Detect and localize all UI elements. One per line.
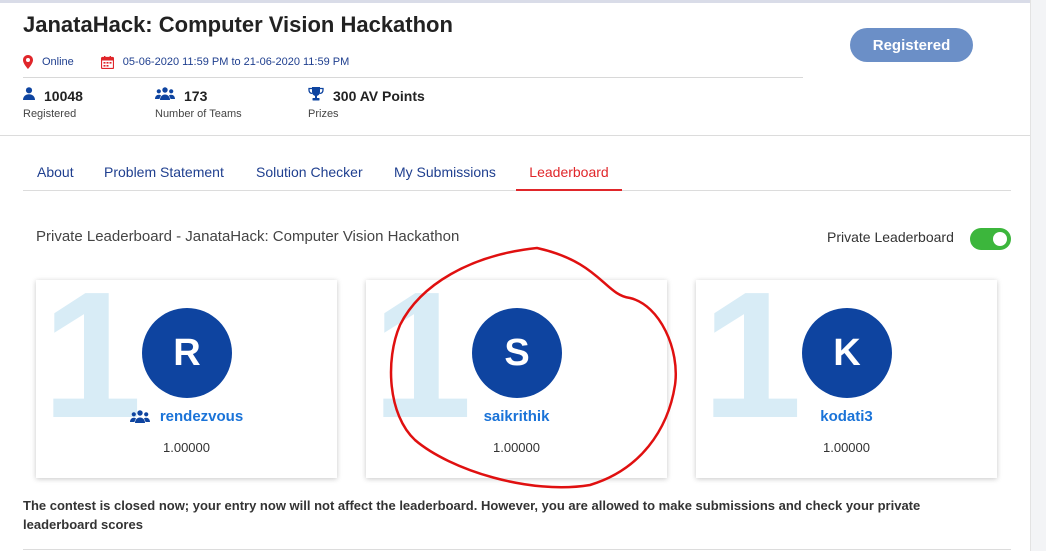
trophy-icon [308,86,324,106]
participant-name-link[interactable]: rendezvous [160,408,243,425]
contest-tabs: About Problem Statement Solution Checker… [23,155,1011,191]
avatar: S [472,308,562,398]
leaderboard-card: 1 K kodati3 1.00000 [696,280,997,478]
stat-value: 173 [184,88,208,104]
stat-label: Registered [23,108,77,120]
contest-dates: 05-06-2020 11:59 PM to 21-06-2020 11:59 … [122,56,350,68]
stat-teams: 173 Number of Teams [155,87,242,120]
private-leaderboard-toggle[interactable] [970,228,1011,250]
top-border [0,0,1046,3]
stat-registered: 10048 Registered [23,87,83,120]
stat-label: Number of Teams [155,108,242,120]
participant-name-link[interactable]: saikrithik [484,408,550,425]
team-icon [155,87,175,105]
participant-score: 1.00000 [823,440,870,455]
toggle-knob [993,232,1007,246]
tab-solution-checker[interactable]: Solution Checker [256,155,363,191]
header-divider [23,77,803,78]
footer-divider [23,549,1011,550]
page-title: JanataHack: Computer Vision Hackathon [23,12,453,37]
stat-value: 10048 [44,88,83,104]
tab-problem-statement[interactable]: Problem Statement [104,155,224,191]
team-icon [129,410,150,423]
registered-button[interactable]: Registered [850,28,973,62]
stat-label: Prizes [308,108,339,120]
calendar-icon [100,55,114,69]
leaderboard-card: 1 S saikrithik 1.00000 [366,280,667,478]
section-divider [0,135,1030,136]
tab-my-submissions[interactable]: My Submissions [394,155,496,191]
participant-score: 1.00000 [163,440,210,455]
stat-prizes: 300 AV Points Prizes [308,86,425,120]
avatar: R [142,308,232,398]
contest-closed-notice: The contest is closed now; your entry no… [23,498,921,532]
user-icon [23,87,35,105]
private-leaderboard-label: Private Leaderboard [827,229,954,245]
contest-meta: Online 05-06-2020 11:59 PM to 21-06-2020… [23,53,349,71]
participant-name-link[interactable]: kodati3 [820,408,873,425]
tab-leaderboard[interactable]: Leaderboard [516,155,622,191]
scrollbar-track[interactable] [1030,0,1046,551]
participant-score: 1.00000 [493,440,540,455]
location-text: Online [42,56,74,68]
location-pin-icon [23,55,33,69]
leaderboard-title: Private Leaderboard - JanataHack: Comput… [36,228,460,245]
tab-about[interactable]: About [37,155,74,191]
stat-value: 300 AV Points [333,88,425,104]
avatar: K [802,308,892,398]
contest-page: JanataHack: Computer Vision Hackathon On… [0,0,1046,551]
leaderboard-card: 1 R rendezvous 1.00000 [36,280,337,478]
